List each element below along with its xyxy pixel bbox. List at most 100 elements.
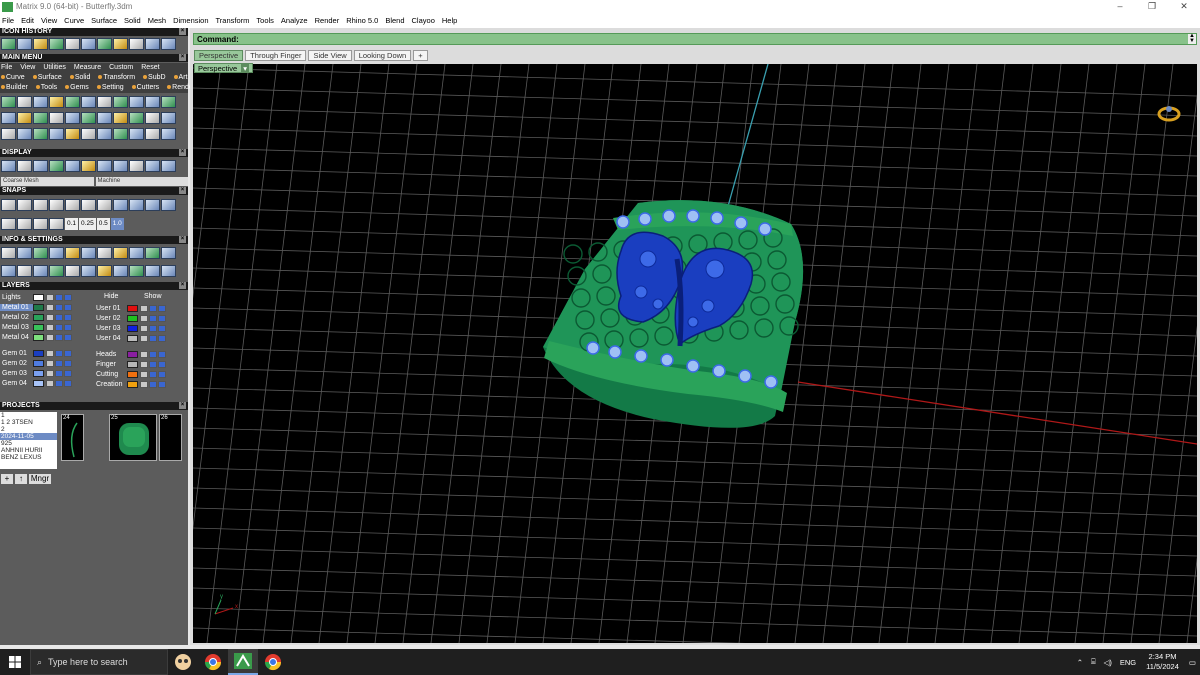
layer-color-swatch[interactable] [33, 370, 44, 377]
tool-button[interactable] [97, 96, 112, 108]
tool-button[interactable] [161, 96, 176, 108]
tool-button[interactable] [161, 247, 176, 259]
tool-button[interactable] [1, 247, 16, 259]
lock-icon[interactable] [140, 305, 148, 312]
tool-button[interactable] [65, 128, 80, 140]
layer-color-swatch[interactable] [127, 371, 138, 378]
tool-button[interactable] [17, 128, 32, 140]
tool-button[interactable] [81, 96, 96, 108]
tool-button[interactable] [113, 160, 128, 172]
close-button[interactable]: ✕ [1168, 0, 1200, 13]
projects-header[interactable]: PROJECTS × [0, 402, 188, 410]
tool-button[interactable] [113, 38, 128, 50]
tool-button[interactable] [65, 112, 80, 124]
tool-button[interactable] [97, 265, 112, 277]
tool-button[interactable] [33, 247, 48, 259]
main-menu-view[interactable]: View [20, 63, 39, 73]
layer-row[interactable]: Gem 03 [0, 369, 73, 378]
tool-button[interactable] [33, 199, 48, 211]
visibility-icon[interactable] [55, 294, 63, 301]
viewport-tab[interactable]: + [413, 50, 428, 61]
tool-button[interactable] [161, 265, 176, 277]
tool-button[interactable] [145, 96, 160, 108]
layer-color-swatch[interactable] [33, 304, 44, 311]
tool-button[interactable] [129, 128, 144, 140]
tool-button[interactable] [49, 199, 64, 211]
tool-button[interactable] [145, 199, 160, 211]
lock-icon[interactable] [46, 350, 54, 357]
layer-color-swatch[interactable] [127, 381, 138, 388]
main-menu-utilities[interactable]: Utilities [43, 63, 70, 73]
menu-edit[interactable]: Edit [21, 16, 34, 25]
tool-button[interactable] [65, 265, 80, 277]
navigation-widget-icon[interactable] [1157, 106, 1181, 122]
command-bar[interactable]: Command: ▲ ▼ [193, 33, 1197, 45]
layer-name[interactable]: Gem 04 [0, 380, 33, 387]
tool-button[interactable] [129, 265, 144, 277]
visibility-icon[interactable] [149, 325, 157, 332]
tool-button[interactable] [49, 265, 64, 277]
tool-button[interactable] [65, 96, 80, 108]
windows-start-icon[interactable] [0, 649, 30, 675]
chrome-icon[interactable] [258, 649, 288, 675]
layer-row[interactable]: Lights [0, 293, 73, 302]
icon-history-header[interactable]: ICON HISTORY × [0, 28, 188, 36]
close-icon[interactable]: × [179, 187, 186, 194]
visibility-icon[interactable] [149, 351, 157, 358]
layer-name[interactable]: Heads [94, 351, 127, 358]
project-item[interactable]: 1 [0, 412, 57, 419]
tool-button[interactable] [129, 38, 144, 50]
tool-button[interactable] [145, 112, 160, 124]
viewport-tab[interactable]: Through Finger [245, 50, 307, 61]
clock[interactable]: 2:34 PM 11/5/2024 [1146, 652, 1179, 672]
hide-button[interactable]: Hide [104, 293, 118, 300]
menu-rhino-5-0[interactable]: Rhino 5.0 [346, 16, 378, 25]
decorative-widget-icon[interactable] [168, 649, 198, 675]
tool-button[interactable] [1, 265, 16, 277]
layer-color-swatch[interactable] [33, 314, 44, 321]
perspective-viewport[interactable]: x y [193, 64, 1197, 643]
up-button[interactable]: ↑ [15, 474, 27, 484]
tool-button[interactable] [49, 38, 64, 50]
lock-icon[interactable] [46, 380, 54, 387]
tool-button[interactable] [81, 247, 96, 259]
tool-button[interactable] [145, 38, 160, 50]
menu-analyze[interactable]: Analyze [281, 16, 308, 25]
lock-icon[interactable] [140, 361, 148, 368]
layer-name[interactable]: User 03 [94, 325, 127, 332]
layer-name[interactable]: User 02 [94, 315, 127, 322]
project-item[interactable]: 925 [0, 440, 57, 447]
lock-icon[interactable] [140, 371, 148, 378]
chevron-down-icon[interactable]: ▾ [241, 64, 250, 73]
volume-icon[interactable]: ◁) [1104, 658, 1112, 667]
tool-button[interactable] [145, 247, 160, 259]
tool-button[interactable] [161, 128, 176, 140]
chevron-up-icon[interactable]: ⌃ [1077, 658, 1083, 667]
main-menu-file[interactable]: File [1, 63, 16, 73]
visibility-icon[interactable] [149, 315, 157, 322]
main-menu-surface[interactable]: Surface [32, 73, 66, 83]
tool-button[interactable] [113, 128, 128, 140]
visibility-icon[interactable] [149, 381, 157, 388]
project-thumb[interactable]: 24 [61, 414, 84, 461]
tool-button[interactable] [161, 38, 176, 50]
visibility-icon[interactable] [55, 360, 63, 367]
select-icon[interactable] [64, 324, 72, 331]
layer-name[interactable]: Lights [0, 294, 33, 301]
tool-button[interactable] [97, 128, 112, 140]
add-project-button[interactable]: + [1, 474, 13, 484]
layer-name[interactable]: User 04 [94, 335, 127, 342]
tool-button[interactable] [49, 160, 64, 172]
menu-dimension[interactable]: Dimension [173, 16, 208, 25]
main-menu-transform[interactable]: Transform [98, 73, 139, 83]
tool-button[interactable] [33, 38, 48, 50]
manager-button[interactable]: Mngr [29, 474, 51, 484]
lock-icon[interactable] [46, 314, 54, 321]
layer-color-swatch[interactable] [33, 324, 44, 331]
close-icon[interactable]: × [179, 149, 186, 156]
tool-button[interactable] [65, 160, 80, 172]
main-menu-solid[interactable]: Solid [69, 73, 95, 83]
layer-color-swatch[interactable] [127, 315, 138, 322]
tool-button[interactable] [33, 128, 48, 140]
select-icon[interactable] [64, 334, 72, 341]
